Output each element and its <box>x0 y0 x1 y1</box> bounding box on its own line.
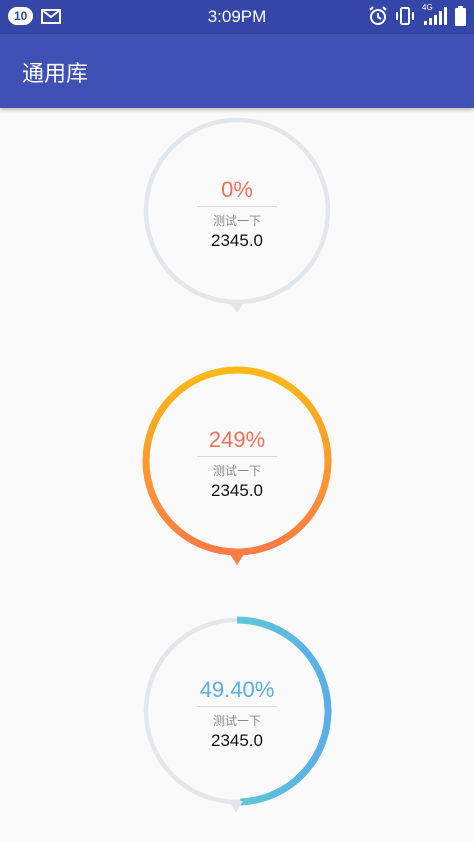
gauge-value-3: 2345.0 <box>211 731 263 750</box>
gauge-label-2: 测试一下 <box>212 464 261 478</box>
gauge-percent-1: 0% <box>221 177 253 202</box>
gauge-card-2: 249% 测试一下 2345.0 <box>137 365 337 570</box>
gauge-divider-2 <box>197 456 277 457</box>
gauge-percent-3: 49.40% <box>199 677 275 702</box>
alarm-icon <box>369 6 387 25</box>
status-right: 4G <box>368 3 466 26</box>
gauge-percent-2: 249% <box>208 427 266 452</box>
gauge-pointer-3 <box>229 801 243 813</box>
vibrate-icon <box>396 7 414 25</box>
app-bar: 通用库 <box>0 34 474 108</box>
gauge-pointer-1 <box>229 301 245 313</box>
gauge-divider-1 <box>197 206 277 207</box>
gauge-progress-2 <box>142 366 332 556</box>
gauge-pointer-2 <box>228 551 246 565</box>
battery-icon <box>455 6 466 26</box>
gauge-value-2: 2345.0 <box>211 481 263 500</box>
gauge-track-1 <box>143 117 331 305</box>
page-title: 通用库 <box>22 62 89 87</box>
status-bar: 10 3:09PM 4G <box>0 0 474 34</box>
gauge-card-3: 49.40% 测试一下 2345.0 <box>137 615 337 820</box>
gauge-label-3: 测试一下 <box>212 714 261 728</box>
gauge-value-1: 2345.0 <box>211 231 263 250</box>
gauge-card-1: 0% 测试一下 2345.0 <box>137 115 337 320</box>
signal-icon: 4G <box>422 3 448 26</box>
gauge-label-1: 测试一下 <box>212 214 261 228</box>
gauge-divider-3 <box>197 706 277 707</box>
